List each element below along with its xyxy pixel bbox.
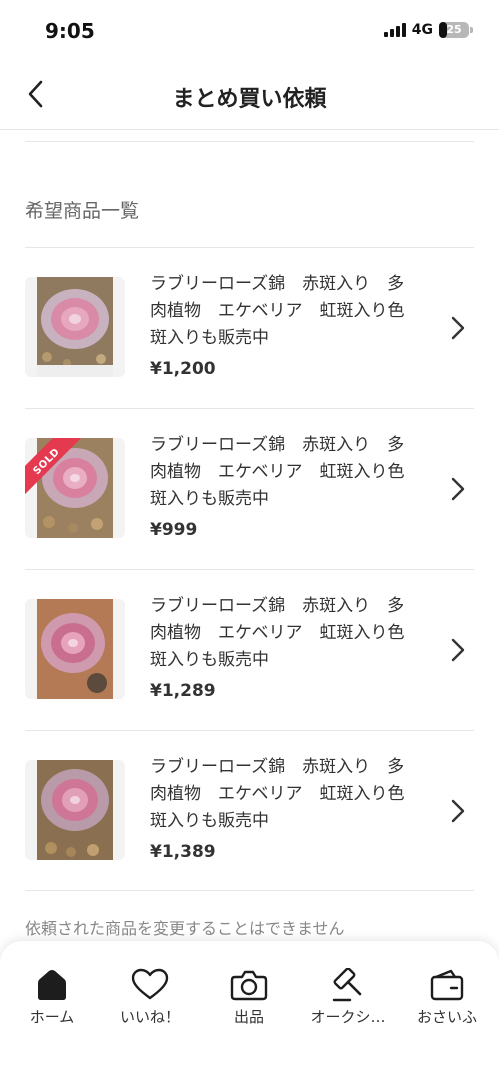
battery-tip <box>470 27 473 33</box>
tab-label: いいね！ <box>119 1008 180 1026</box>
product-title: ラブリーローズ錦 赤斑入り 多肉植物 エケベリア 虹斑入り色斑入りも販売中 <box>150 274 405 348</box>
battery-level: 25 <box>446 23 462 36</box>
home-icon <box>38 970 66 1000</box>
product-image <box>25 277 125 377</box>
product-image: SOLD <box>25 438 125 538</box>
bottom-tab-bar: ホーム いいね！ 出品 オークシ… おさいふ <box>0 941 499 1080</box>
signal-icon <box>383 23 406 37</box>
list-item[interactable]: ラブリーローズ錦 赤斑入り 多肉植物 エケベリア 虹斑入り色斑入りも販売中 ¥1… <box>25 569 474 730</box>
product-price: ¥999 <box>150 520 198 540</box>
heart-icon <box>131 968 169 1000</box>
divider <box>25 141 474 142</box>
network-type: 4G <box>411 22 433 38</box>
list-item[interactable]: ラブリーローズ錦 赤斑入り 多肉植物 エケベリア 虹斑入り色斑入りも販売中 ¥1… <box>25 730 474 891</box>
page-title: まとめ買い依頼 <box>172 87 327 112</box>
tab-label: おさいふ <box>416 1008 477 1026</box>
wallet-icon <box>430 969 464 1001</box>
product-list: ラブリーローズ錦 赤斑入り 多肉植物 エケベリア 虹斑入り色斑入りも販売中 ¥1… <box>25 247 474 891</box>
chevron-right-icon <box>451 316 465 340</box>
notice-text: 依頼された商品を変更することはできません <box>25 919 345 938</box>
product-price: ¥1,289 <box>150 681 216 701</box>
battery-icon: 25 <box>439 22 469 38</box>
chevron-right-icon <box>451 799 465 823</box>
tab-sell[interactable]: 出品 <box>199 967 299 1029</box>
status-indicators: 4G 25 <box>383 22 473 38</box>
chevron-right-icon <box>451 638 465 662</box>
tab-label: オークシ… <box>310 1008 386 1026</box>
tab-likes[interactable]: いいね！ <box>100 967 200 1029</box>
product-price: ¥1,200 <box>150 359 216 379</box>
sold-badge: SOLD <box>25 438 85 498</box>
product-title: ラブリーローズ錦 赤斑入り 多肉植物 エケベリア 虹斑入り色斑入りも販売中 <box>150 596 405 670</box>
status-time: 9:05 <box>45 19 95 43</box>
tab-label: ホーム <box>29 1008 75 1026</box>
product-price: ¥1,389 <box>150 842 216 862</box>
product-image <box>25 760 125 860</box>
sold-label: SOLD <box>31 446 63 478</box>
product-title: ラブリーローズ錦 赤斑入り 多肉植物 エケベリア 虹斑入り色斑入りも販売中 <box>150 757 405 831</box>
status-bar: 9:05 4G 25 <box>0 0 499 62</box>
tab-auction[interactable]: オークシ… <box>298 967 398 1029</box>
product-image <box>25 599 125 699</box>
list-item[interactable]: SOLD ラブリーローズ錦 赤斑入り 多肉植物 エケベリア 虹斑入り色斑入りも販… <box>25 408 474 569</box>
list-item[interactable]: ラブリーローズ錦 赤斑入り 多肉植物 エケベリア 虹斑入り色斑入りも販売中 ¥1… <box>25 247 474 408</box>
camera-icon <box>230 970 268 1001</box>
chevron-right-icon <box>451 477 465 501</box>
header: まとめ買い依頼 <box>0 62 499 130</box>
product-title: ラブリーローズ錦 赤斑入り 多肉植物 エケベリア 虹斑入り色斑入りも販売中 <box>150 435 405 509</box>
section-title: 希望商品一覧 <box>25 200 140 222</box>
tab-wallet[interactable]: おさいふ <box>397 967 497 1029</box>
gavel-icon <box>332 968 362 1002</box>
tab-label: 出品 <box>233 1008 264 1026</box>
tab-home[interactable]: ホーム <box>2 967 102 1029</box>
